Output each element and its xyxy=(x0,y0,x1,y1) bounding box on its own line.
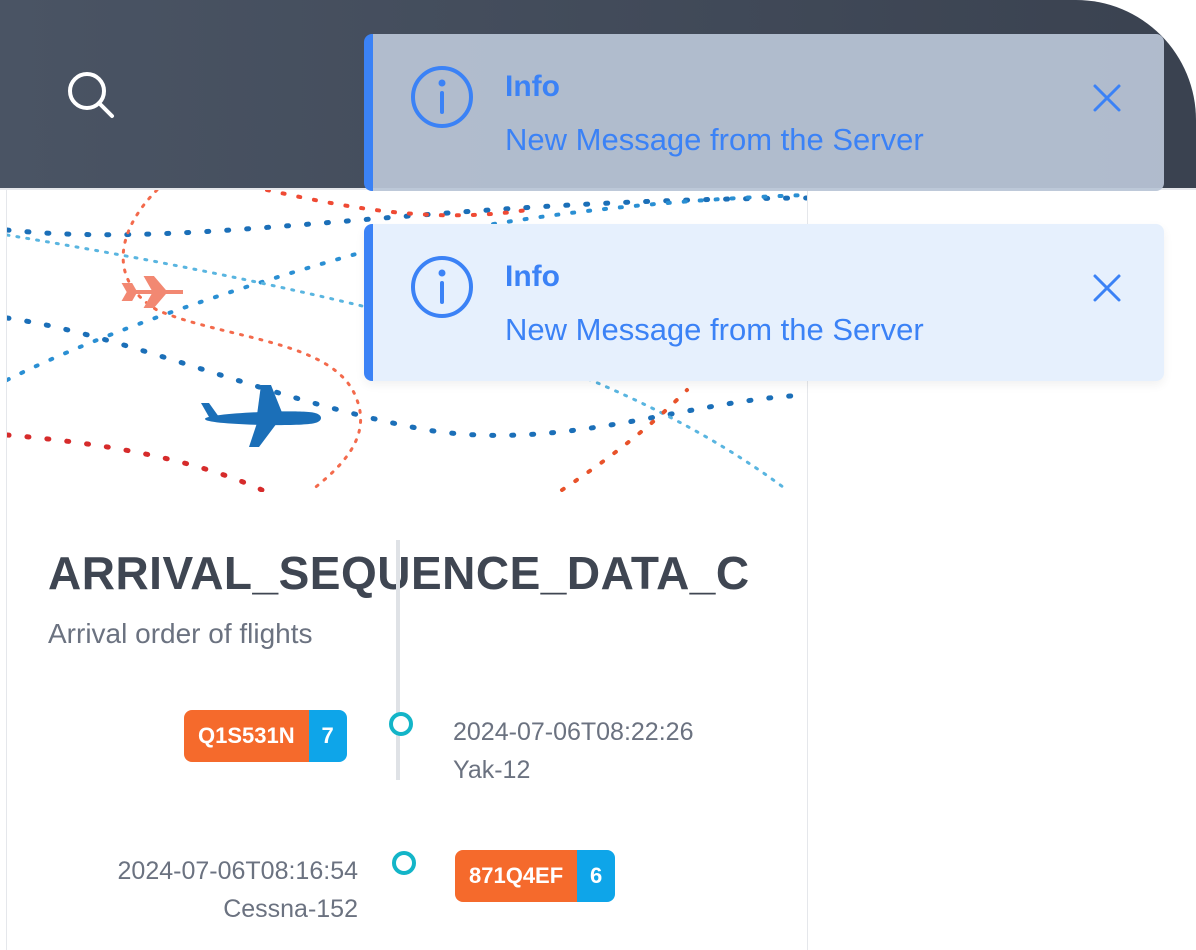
arrival-time: 2024-07-06T08:16:54 xyxy=(117,857,358,885)
airplane-icon xyxy=(121,276,183,308)
info-icon xyxy=(411,256,473,318)
timeline-line xyxy=(396,540,400,780)
toast-message: New Message from the Server xyxy=(505,122,924,157)
flight-count-badge: 7 xyxy=(308,710,347,762)
timeline-dot xyxy=(389,712,413,736)
timeline-entry-details: 2024-07-06T08:16:54 Cessna-152 xyxy=(60,852,358,928)
close-icon[interactable] xyxy=(1091,272,1123,304)
toast-title: Info xyxy=(505,70,560,103)
flight-count-badge: 6 xyxy=(577,850,616,902)
timeline-dot xyxy=(392,851,416,875)
search-icon[interactable] xyxy=(64,68,116,120)
info-toast: Info New Message from the Server xyxy=(364,34,1164,191)
info-icon xyxy=(411,66,473,128)
aircraft-type: Yak-12 xyxy=(453,756,531,784)
close-icon[interactable] xyxy=(1091,82,1123,114)
toast-title: Info xyxy=(505,260,560,293)
arrival-time: 2024-07-06T08:22:26 xyxy=(453,718,694,746)
info-toast: Info New Message from the Server xyxy=(364,224,1164,381)
flight-id-tag: 871Q4EF xyxy=(455,850,578,902)
flight-tag: 871Q4EF 6 xyxy=(455,850,616,902)
flight-id-tag: Q1S531N xyxy=(184,710,309,762)
timeline-entry-details: 2024-07-06T08:22:26 Yak-12 xyxy=(453,713,693,789)
aircraft-type: Cessna-152 xyxy=(223,895,358,923)
flight-tag: Q1S531N 7 xyxy=(184,710,347,762)
airplane-icon xyxy=(201,385,321,447)
card-subtitle: Arrival order of flights xyxy=(48,618,313,649)
toast-message: New Message from the Server xyxy=(505,312,924,347)
